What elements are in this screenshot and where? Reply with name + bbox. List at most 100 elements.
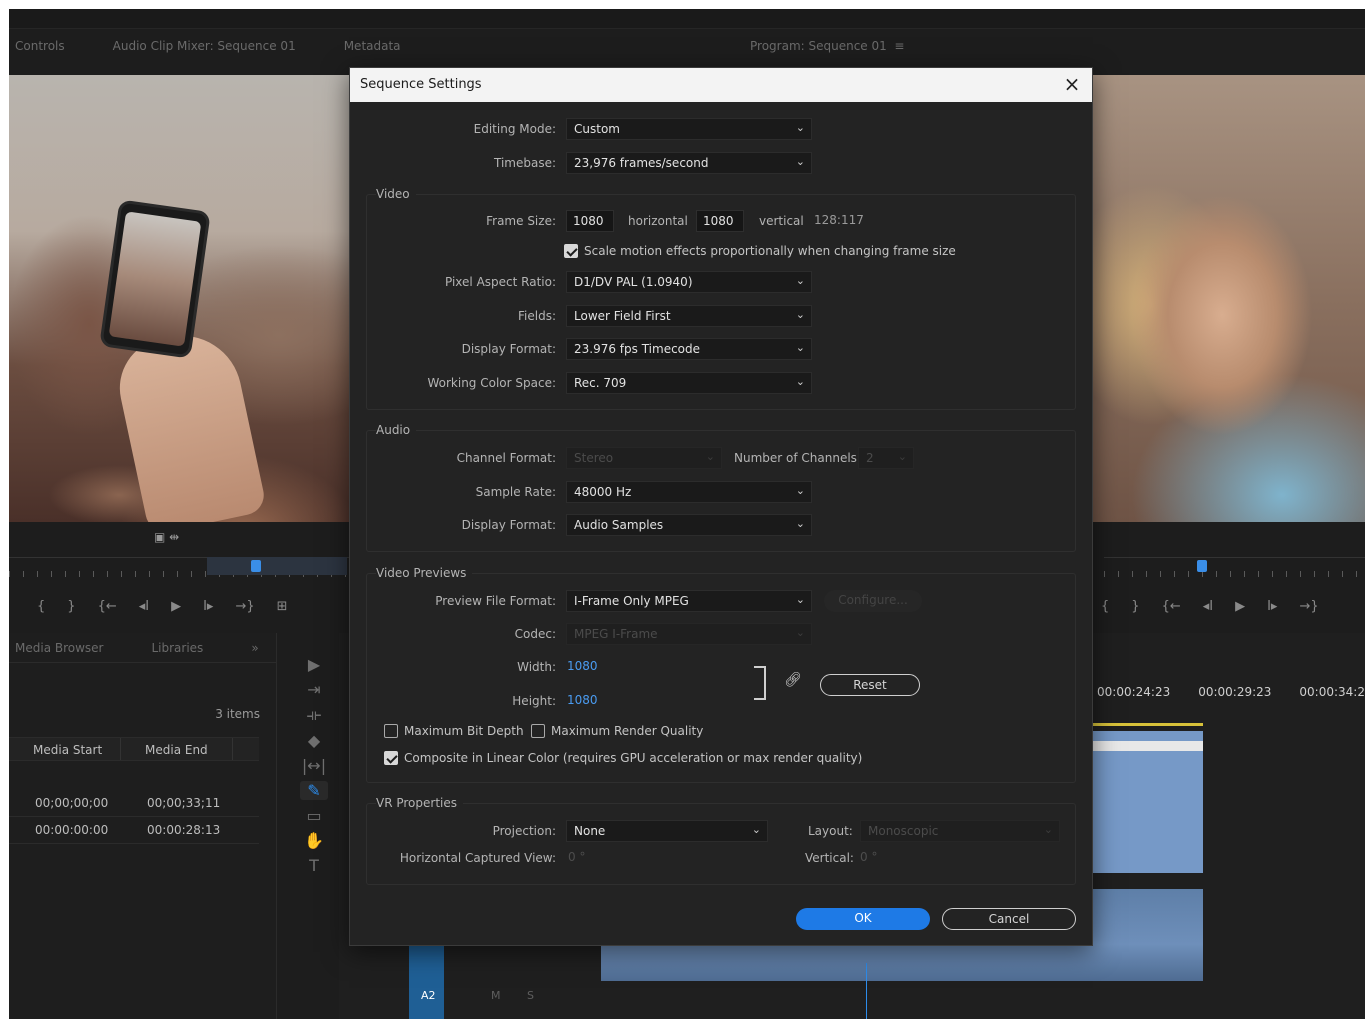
mark-in-icon[interactable]: { [1101, 599, 1109, 614]
max-render-quality-checkbox[interactable]: Maximum Render Quality [531, 724, 703, 738]
track-mute-button[interactable]: M [491, 989, 501, 1002]
go-to-in-icon[interactable]: {← [98, 599, 117, 614]
vertical-captured-view-label: Vertical: [805, 851, 854, 865]
frame-height-input[interactable]: 1080 [696, 210, 744, 232]
rectangle-tool-icon[interactable]: ▭ [306, 806, 321, 825]
go-to-out-icon[interactable]: →} [1299, 599, 1318, 614]
preview-width-value[interactable]: 1080 [567, 659, 598, 673]
program-ruler[interactable] [1104, 557, 1365, 577]
hand-tool-icon[interactable]: ✋ [304, 831, 324, 850]
cancel-button[interactable]: Cancel [942, 908, 1076, 930]
play-icon[interactable]: ▶ [1235, 599, 1245, 614]
column-media-end[interactable]: Media End [121, 738, 233, 760]
track-solo-button[interactable]: S [527, 989, 534, 1002]
channel-format-select: Stereo ⌄ [566, 447, 722, 469]
play-icon[interactable]: ▶ [171, 599, 181, 614]
source-playhead[interactable] [251, 560, 261, 572]
number-of-channels-select: 2 ⌄ [858, 447, 914, 469]
horizontal-captured-view-label: Horizontal Captured View: [399, 851, 556, 865]
pixel-aspect-select[interactable]: D1/DV PAL (1.0940) ⌄ [566, 271, 812, 293]
tab-metadata[interactable]: Metadata [344, 39, 401, 53]
chevron-down-icon: ⌄ [795, 341, 805, 354]
table-row[interactable]: 00:00:00:00 00:00:28:13 [9, 818, 259, 844]
preview-height-value[interactable]: 1080 [567, 693, 598, 707]
pen-tool-icon[interactable]: ✎ [300, 781, 328, 800]
insert-icon[interactable]: ⊞ [277, 599, 288, 614]
preview-file-format-select[interactable]: I-Frame Only MPEG ⌄ [566, 590, 812, 612]
preview-width-label: Width: [517, 660, 556, 674]
program-monitor-video [1092, 75, 1365, 522]
chevron-down-icon: ⌄ [795, 155, 805, 168]
pixel-aspect-label: Pixel Aspect Ratio: [445, 275, 556, 289]
checkbox-unchecked-icon [384, 724, 398, 738]
ok-button[interactable]: OK [796, 908, 930, 930]
projection-select[interactable]: None ⌄ [566, 820, 768, 842]
phone-shape [99, 199, 211, 359]
slip-tool-icon[interactable]: |↔| [302, 756, 326, 775]
close-icon[interactable]: × [1060, 72, 1084, 96]
tab-audio-clip-mixer[interactable]: Audio Clip Mixer: Sequence 01 [113, 39, 296, 53]
video-display-format-label: Display Format: [461, 342, 556, 356]
razor-tool-icon[interactable]: ◆ [308, 731, 320, 750]
preview-height-label: Height: [512, 694, 556, 708]
step-forward-icon[interactable]: I▸ [1267, 599, 1277, 614]
go-to-out-icon[interactable]: →} [235, 599, 254, 614]
scale-motion-checkbox[interactable]: Scale motion effects proportionally when… [564, 244, 956, 258]
video-previews-group-title: Video Previews [376, 566, 473, 580]
chevron-down-icon: ⌄ [795, 274, 805, 287]
tab-controls[interactable]: Controls [15, 39, 65, 53]
chevron-down-icon: ⌄ [897, 450, 907, 463]
chevron-down-icon: ⌄ [795, 484, 805, 497]
mark-out-icon[interactable]: } [1131, 599, 1139, 614]
audio-display-format-label: Display Format: [461, 518, 556, 532]
audio-display-format-select[interactable]: Audio Samples ⌄ [566, 514, 812, 536]
column-media-start[interactable]: Media Start [9, 738, 121, 760]
chevron-down-icon: ⌄ [795, 517, 805, 530]
program-transport: { } {← ◂I ▶ I▸ →} [1101, 599, 1319, 614]
fields-select[interactable]: Lower Field First ⌄ [566, 305, 812, 327]
chevron-down-icon: ⌄ [751, 823, 761, 836]
dialog-title-bar: Sequence Settings × [350, 68, 1092, 102]
step-forward-icon[interactable]: I▸ [203, 599, 213, 614]
frame-width-input[interactable]: 1080 [566, 210, 614, 232]
constrain-bracket [754, 666, 766, 700]
video-clip[interactable] [1093, 731, 1203, 873]
timeline-playhead[interactable] [866, 963, 867, 1019]
ripple-edit-icon[interactable]: ⟛ [307, 705, 322, 725]
reset-button[interactable]: Reset [820, 674, 920, 696]
media-end-cell: 00:00:28:13 [147, 823, 221, 837]
layout-label: Layout: [808, 824, 853, 838]
timebase-select[interactable]: 23,976 frames/second ⌄ [566, 152, 812, 174]
program-playhead[interactable] [1197, 560, 1207, 572]
table-row[interactable]: 00;00;00;00 00;00;33;11 [9, 791, 259, 817]
tab-media-browser[interactable]: Media Browser [15, 641, 103, 655]
composite-linear-checkbox[interactable]: Composite in Linear Color (requires GPU … [384, 751, 862, 765]
mark-out-icon[interactable]: } [67, 599, 75, 614]
chevron-down-icon: ⌄ [795, 626, 805, 639]
checkbox-unchecked-icon [531, 724, 545, 738]
hamburger-icon[interactable]: ≡ [894, 39, 904, 53]
tab-program[interactable]: Program: Sequence 01 ≡ [750, 39, 904, 53]
mark-in-icon[interactable]: { [37, 599, 45, 614]
step-back-icon[interactable]: ◂I [1203, 599, 1213, 614]
media-start-cell: 00;00;00;00 [35, 796, 109, 810]
tab-libraries[interactable]: Libraries [151, 641, 203, 655]
overflow-icon[interactable]: » [251, 641, 258, 655]
step-back-icon[interactable]: ◂I [139, 599, 149, 614]
max-bit-depth-checkbox[interactable]: Maximum Bit Depth [384, 724, 524, 738]
project-panel: Media Browser Libraries » 3 items Media … [9, 633, 277, 1019]
sequence-settings-dialog: Sequence Settings × Editing Mode: Custom… [349, 67, 1093, 946]
source-ruler-range [207, 557, 347, 575]
sample-rate-select[interactable]: 48000 Hz ⌄ [566, 481, 812, 503]
tools-panel: ▶ ⇥ ⟛ ◆ |↔| ✎ ▭ ✋ T [289, 633, 339, 933]
safe-margins-icon[interactable]: ▣ ⇹ [154, 530, 179, 544]
editing-mode-select[interactable]: Custom ⌄ [566, 118, 812, 140]
link-chain-icon[interactable]: 🔗︎ [784, 672, 802, 688]
track-select-icon[interactable]: ⇥ [307, 680, 320, 699]
fields-label: Fields: [518, 309, 556, 323]
type-tool-icon[interactable]: T [309, 856, 319, 875]
working-color-space-select[interactable]: Rec. 709 ⌄ [566, 372, 812, 394]
go-to-in-icon[interactable]: {← [1162, 599, 1181, 614]
selection-tool-icon[interactable]: ▶ [308, 655, 320, 674]
video-display-format-select[interactable]: 23.976 fps Timecode ⌄ [566, 338, 812, 360]
